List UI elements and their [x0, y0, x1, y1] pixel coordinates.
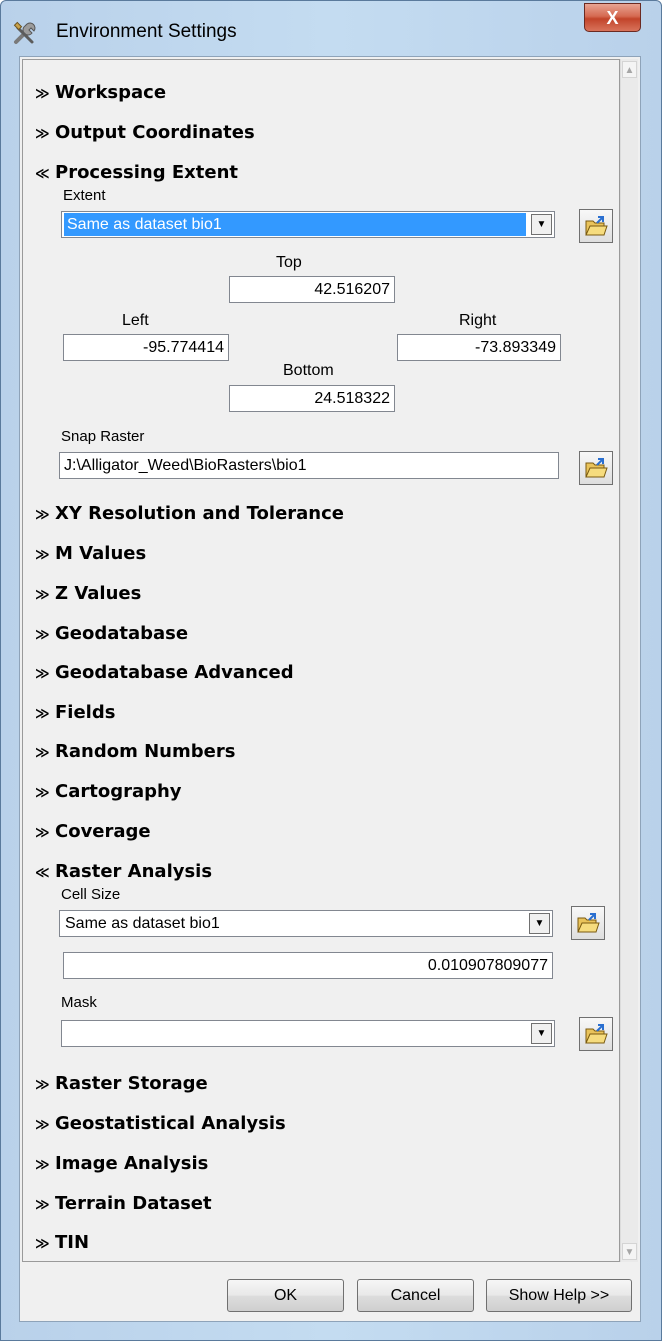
- section-title: TIN: [55, 1232, 90, 1253]
- section-title: Raster Storage: [55, 1073, 208, 1094]
- extent-dropdown[interactable]: Same as dataset bio1 ▼: [61, 211, 555, 238]
- section-title: Coverage: [55, 821, 151, 842]
- dropdown-arrow-icon[interactable]: ▼: [531, 214, 552, 235]
- expand-chevron-icon: ≫: [35, 547, 50, 563]
- ok-button[interactable]: OK: [227, 1279, 344, 1312]
- title-bar[interactable]: Environment Settings X: [1, 1, 661, 55]
- section-workspace[interactable]: ≫ Workspace: [35, 82, 166, 103]
- open-folder-icon: [585, 216, 608, 236]
- section-geodatabase[interactable]: ≫ Geodatabase: [35, 623, 188, 644]
- section-m-values[interactable]: ≫ M Values: [35, 543, 146, 564]
- extent-browse-button[interactable]: [579, 209, 613, 243]
- dropdown-arrow-icon[interactable]: ▼: [531, 1023, 552, 1044]
- section-geodatabase-advanced[interactable]: ≫ Geodatabase Advanced: [35, 662, 294, 683]
- top-label: Top: [276, 254, 302, 271]
- section-title: Processing Extent: [55, 162, 239, 183]
- open-folder-icon: [577, 913, 600, 933]
- expand-chevron-icon: ≫: [35, 706, 50, 722]
- expand-chevron-icon: ≫: [35, 86, 50, 102]
- expand-chevron-icon: ≫: [35, 126, 50, 142]
- extent-selected-value: Same as dataset bio1: [64, 213, 526, 236]
- scroll-down-arrow-icon[interactable]: ▼: [622, 1243, 637, 1260]
- section-output-coordinates[interactable]: ≫ Output Coordinates: [35, 122, 255, 143]
- collapse-chevron-icon: ≪: [35, 865, 50, 881]
- cell-size-value-field[interactable]: 0.010907809077: [63, 952, 553, 979]
- close-button[interactable]: X: [584, 3, 641, 32]
- expand-chevron-icon: ≫: [35, 627, 50, 643]
- section-title: XY Resolution and Tolerance: [55, 503, 344, 524]
- mask-dropdown[interactable]: ▼: [61, 1020, 555, 1047]
- right-label: Right: [459, 312, 497, 329]
- dialog-client-area: ≫ Workspace ≫ Output Coordinates ≪ Processi…: [19, 56, 641, 1322]
- extent-label: Extent: [63, 187, 106, 204]
- cancel-button[interactable]: Cancel: [357, 1279, 474, 1312]
- section-title: Geostatistical Analysis: [55, 1113, 286, 1134]
- cell-size-browse-button[interactable]: [571, 906, 605, 940]
- snap-raster-field[interactable]: J:\Alligator_Weed\BioRasters\bio1: [59, 452, 559, 479]
- expand-chevron-icon: ≫: [35, 1077, 50, 1093]
- section-title: Image Analysis: [55, 1153, 209, 1174]
- section-geostatistical-analysis[interactable]: ≫ Geostatistical Analysis: [35, 1113, 286, 1134]
- cell-size-selected-value: Same as dataset bio1: [65, 915, 220, 932]
- section-z-values[interactable]: ≫ Z Values: [35, 583, 141, 604]
- environment-settings-window: Environment Settings X ≫ Workspace ≫ Outpu…: [0, 0, 662, 1341]
- section-title: Workspace: [55, 82, 167, 103]
- section-image-analysis[interactable]: ≫ Image Analysis: [35, 1153, 208, 1174]
- section-title: Geodatabase: [55, 623, 189, 644]
- expand-chevron-icon: ≫: [35, 1236, 50, 1252]
- expand-chevron-icon: ≫: [35, 785, 50, 801]
- dropdown-arrow-icon[interactable]: ▼: [529, 913, 550, 934]
- left-coordinate-field[interactable]: -95.774414: [63, 334, 229, 361]
- section-fields[interactable]: ≫ Fields: [35, 702, 115, 723]
- expand-chevron-icon: ≫: [35, 745, 50, 761]
- expand-chevron-icon: ≫: [35, 825, 50, 841]
- section-title: Raster Analysis: [55, 861, 213, 882]
- section-title: Geodatabase Advanced: [55, 662, 294, 683]
- expand-chevron-icon: ≫: [35, 1197, 50, 1213]
- open-folder-icon: [585, 1024, 608, 1044]
- section-raster-analysis[interactable]: ≪ Raster Analysis: [35, 861, 212, 882]
- left-label: Left: [122, 312, 149, 329]
- snap-raster-browse-button[interactable]: [579, 451, 613, 485]
- expand-chevron-icon: ≫: [35, 1157, 50, 1173]
- vertical-scrollbar[interactable]: ▲ ▼: [620, 59, 638, 1262]
- section-title: Cartography: [55, 781, 182, 802]
- section-tin[interactable]: ≫ TIN: [35, 1232, 89, 1253]
- mask-label: Mask: [61, 994, 97, 1011]
- section-title: M Values: [55, 543, 147, 564]
- section-title: Random Numbers: [55, 741, 236, 762]
- expand-chevron-icon: ≫: [35, 666, 50, 682]
- mask-browse-button[interactable]: [579, 1017, 613, 1051]
- section-cartography[interactable]: ≫ Cartography: [35, 781, 182, 802]
- show-help-button[interactable]: Show Help >>: [486, 1279, 632, 1312]
- bottom-coordinate-field[interactable]: 24.518322: [229, 385, 395, 412]
- expand-chevron-icon: ≫: [35, 587, 50, 603]
- cell-size-dropdown[interactable]: Same as dataset bio1 ▼: [59, 910, 553, 937]
- section-title: Z Values: [55, 583, 142, 604]
- section-title: Terrain Dataset: [55, 1193, 212, 1214]
- scroll-up-arrow-icon[interactable]: ▲: [622, 61, 637, 78]
- section-raster-storage[interactable]: ≫ Raster Storage: [35, 1073, 208, 1094]
- mask-selected-value: [64, 1022, 526, 1045]
- bottom-label: Bottom: [283, 362, 334, 379]
- section-title: Output Coordinates: [55, 122, 255, 143]
- section-terrain-dataset[interactable]: ≫ Terrain Dataset: [35, 1193, 212, 1214]
- window-title: Environment Settings: [56, 21, 237, 42]
- expand-chevron-icon: ≫: [35, 507, 50, 523]
- top-coordinate-field[interactable]: 42.516207: [229, 276, 395, 303]
- collapse-chevron-icon: ≪: [35, 166, 50, 182]
- section-processing-extent[interactable]: ≪ Processing Extent: [35, 162, 238, 183]
- section-random-numbers[interactable]: ≫ Random Numbers: [35, 741, 235, 762]
- settings-scroll-panel[interactable]: ≫ Workspace ≫ Output Coordinates ≪ Processi…: [22, 59, 620, 1262]
- cell-size-label: Cell Size: [61, 886, 121, 903]
- snap-raster-label: Snap Raster: [61, 428, 145, 445]
- expand-chevron-icon: ≫: [35, 1117, 50, 1133]
- section-xy-resolution[interactable]: ≫ XY Resolution and Tolerance: [35, 503, 344, 524]
- section-title: Fields: [55, 702, 116, 723]
- tools-icon: [12, 20, 40, 48]
- section-coverage[interactable]: ≫ Coverage: [35, 821, 151, 842]
- right-coordinate-field[interactable]: -73.893349: [397, 334, 561, 361]
- open-folder-icon: [585, 458, 608, 478]
